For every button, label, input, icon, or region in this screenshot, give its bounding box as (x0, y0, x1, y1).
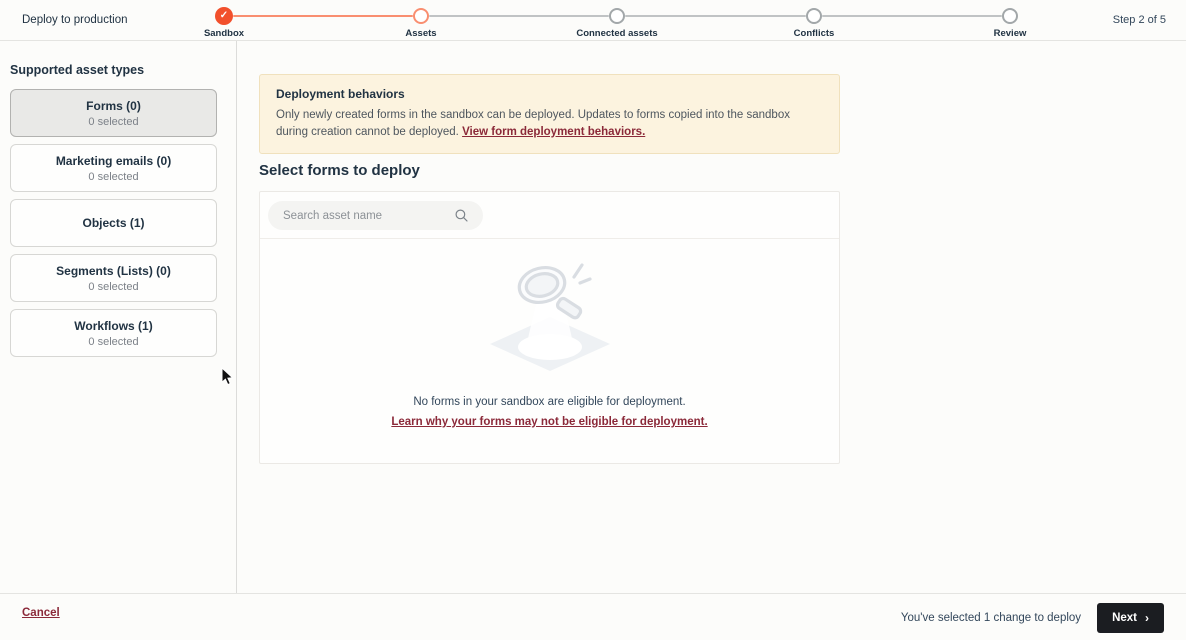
wizard-footer: Cancel You've selected 1 change to deplo… (0, 593, 1186, 640)
asset-type-selected-count: 0 selected (88, 335, 139, 348)
asset-type-label: Segments (Lists) (0) (56, 263, 171, 278)
forms-selection-panel: No forms in your sandbox are eligible fo… (259, 191, 840, 464)
asset-type-selected-count: 0 selected (88, 115, 139, 128)
view-deployment-behaviors-link[interactable]: View form deployment behaviors. (462, 126, 645, 138)
magnifying-glass-illustration (489, 263, 610, 371)
step-upcoming-circle (609, 8, 625, 24)
stepper-step-review: Review (940, 0, 1080, 39)
stepper-step-assets: Assets (351, 0, 491, 39)
stepper: ✓ Sandbox Assets Connected assets Confli… (0, 0, 1186, 40)
callout-body: Only newly created forms in the sandbox … (276, 107, 823, 140)
asset-type-label: Marketing emails (0) (55, 153, 172, 168)
empty-state: No forms in your sandbox are eligible fo… (260, 239, 839, 463)
step-upcoming-circle (1002, 8, 1018, 24)
step-upcoming-circle (806, 8, 822, 24)
asset-type-card-objects[interactable]: Objects (1) (10, 199, 217, 247)
search-input[interactable] (268, 201, 483, 230)
deploy-wizard-window: Deploy to production ✓ Sandbox Assets Co… (0, 0, 1186, 640)
step-label: Sandbox (203, 28, 245, 39)
asset-type-card-segments[interactable]: Segments (Lists) (0) 0 selected (10, 254, 217, 302)
step-label: Conflicts (793, 28, 835, 39)
next-button[interactable]: Next › (1097, 602, 1164, 633)
asset-type-selected-count: 0 selected (88, 170, 139, 183)
sidebar-heading: Supported asset types (10, 63, 145, 77)
asset-type-label: Forms (0) (86, 98, 141, 113)
selection-summary: You've selected 1 change to deploy (900, 611, 1082, 624)
asset-type-card-forms[interactable]: Forms (0) 0 selected (10, 89, 217, 137)
empty-state-message: No forms in your sandbox are eligible fo… (413, 396, 686, 408)
section-title: Select forms to deploy (259, 162, 420, 179)
callout-title: Deployment behaviors (276, 87, 405, 101)
chevron-right-icon: › (1145, 610, 1149, 625)
next-button-label: Next (1112, 611, 1137, 624)
asset-type-card-marketing-emails[interactable]: Marketing emails (0) 0 selected (10, 144, 217, 192)
step-progress-indicator: Step 2 of 5 (1112, 14, 1166, 26)
step-label: Assets (405, 28, 437, 39)
step-completed-circle: ✓ (215, 7, 233, 25)
stepper-step-connected-assets: Connected assets (547, 0, 687, 39)
step-label: Connected assets (576, 28, 658, 39)
empty-state-learn-why-link[interactable]: Learn why your forms may not be eligible… (391, 416, 707, 428)
wizard-header: Deploy to production ✓ Sandbox Assets Co… (0, 0, 1186, 41)
footer-right-group: You've selected 1 change to deploy Next … (901, 594, 1164, 640)
check-icon: ✓ (219, 10, 229, 21)
asset-types-sidebar: Supported asset types Forms (0) 0 select… (0, 41, 237, 593)
step-current-circle (413, 8, 429, 24)
deployment-behaviors-callout: Deployment behaviors Only newly created … (259, 74, 840, 155)
asset-type-label: Workflows (1) (74, 318, 153, 333)
stepper-step-conflicts: Conflicts (744, 0, 884, 39)
asset-type-card-workflows[interactable]: Workflows (1) 0 selected (10, 309, 217, 357)
asset-type-label: Objects (1) (82, 216, 145, 230)
cancel-button[interactable]: Cancel (22, 607, 60, 619)
stepper-step-sandbox: ✓ Sandbox (154, 0, 294, 39)
asset-type-selected-count: 0 selected (88, 280, 139, 293)
search-row (260, 192, 839, 239)
main-content: Deployment behaviors Only newly created … (238, 41, 1186, 593)
step-label: Review (993, 28, 1027, 39)
